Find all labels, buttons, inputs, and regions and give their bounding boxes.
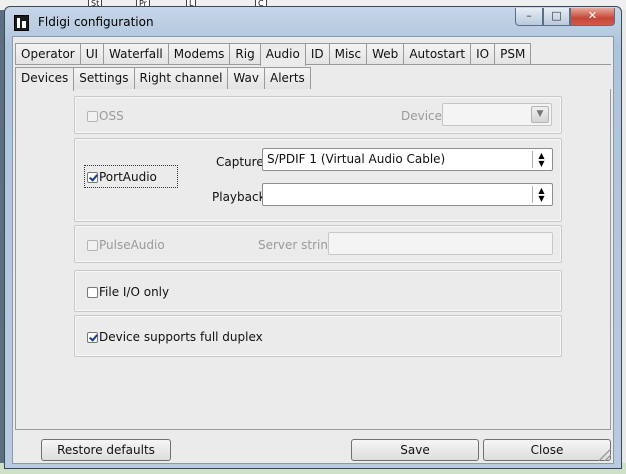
fldigi-app-icon[interactable] xyxy=(14,15,29,31)
resize-grip-icon[interactable] xyxy=(599,449,611,461)
maximize-button[interactable]: □ xyxy=(543,8,570,26)
full-duplex-checkbox-box xyxy=(87,331,98,343)
tab-settings[interactable]: Settings xyxy=(73,67,135,90)
server-string-input[interactable] xyxy=(328,232,553,255)
tab-id[interactable]: ID xyxy=(304,43,330,65)
file-io-checkbox[interactable]: File I/O only xyxy=(87,285,169,299)
tab-alerts[interactable]: Alerts xyxy=(263,67,311,90)
full-duplex-checkbox[interactable]: Device supports full duplex xyxy=(87,330,263,344)
window-client-area: Operator UI Waterfall Modems Rig Audio I… xyxy=(12,36,614,464)
tab-autostart[interactable]: Autostart xyxy=(403,43,472,65)
playback-select[interactable]: ▲ ▼ xyxy=(262,183,553,206)
file-io-checkbox-box xyxy=(87,286,98,298)
full-duplex-group: Device supports full duplex xyxy=(74,315,562,357)
title-bar[interactable]: Fldigi configuration – □ ✕ xyxy=(5,7,621,35)
pulseaudio-group: PulseAudio Server string: xyxy=(74,225,562,263)
tab-io[interactable]: IO xyxy=(470,43,496,65)
tab-ui[interactable]: UI xyxy=(79,43,105,65)
oss-device-select[interactable]: ▼ xyxy=(442,103,552,126)
oss-group: OSS Device: ▼ xyxy=(74,96,562,134)
capture-label: Capture: xyxy=(216,155,268,169)
oss-checkbox-box xyxy=(87,110,98,122)
tab-audio[interactable]: Audio xyxy=(259,43,306,66)
playback-label: Playback: xyxy=(212,190,270,204)
tab-waterfall[interactable]: Waterfall xyxy=(103,43,169,65)
chevron-down-icon: ▼ xyxy=(531,106,549,123)
pulseaudio-checkbox[interactable]: PulseAudio xyxy=(87,238,165,252)
oss-label: OSS xyxy=(99,109,124,123)
file-io-group: File I/O only xyxy=(74,270,562,312)
portaudio-checkbox[interactable]: PortAudio xyxy=(87,170,157,184)
updown-arrows-icon: ▲ ▼ xyxy=(532,186,550,203)
tab-modems[interactable]: Modems xyxy=(167,43,231,65)
tab-psm[interactable]: PSM xyxy=(494,43,532,65)
oss-device-label: Device: xyxy=(401,109,447,123)
restore-defaults-button[interactable]: Restore defaults xyxy=(41,439,171,461)
tab-misc[interactable]: Misc xyxy=(328,43,368,65)
portaudio-group: PortAudio Capture: S/PDIF 1 (Virtual Aud… xyxy=(74,138,562,222)
window-title: Fldigi configuration xyxy=(38,15,154,29)
tab-wav[interactable]: Wav xyxy=(227,67,265,90)
tab-operator[interactable]: Operator xyxy=(15,43,81,65)
tab-right-channel[interactable]: Right channel xyxy=(133,67,229,90)
capture-select[interactable]: S/PDIF 1 (Virtual Audio Cable) ▲ ▼ xyxy=(262,148,553,171)
main-tab-bar: Operator UI Waterfall Modems Rig Audio I… xyxy=(15,43,532,66)
devices-panel: OSS Device: ▼ PortAudio Capture: S/PDIF … xyxy=(15,89,611,430)
tab-rig[interactable]: Rig xyxy=(229,43,261,65)
tab-devices[interactable]: Devices xyxy=(15,67,75,91)
full-duplex-label: Device supports full duplex xyxy=(99,330,263,344)
pulseaudio-label: PulseAudio xyxy=(99,238,165,252)
portaudio-checkbox-box xyxy=(87,171,98,183)
tab-divider xyxy=(15,64,611,65)
updown-arrows-icon: ▲ ▼ xyxy=(532,151,550,168)
minimize-button[interactable]: – xyxy=(515,8,543,26)
file-io-label: File I/O only xyxy=(99,285,170,299)
sub-tab-bar: Devices Settings Right channel Wav Alert… xyxy=(15,67,311,91)
oss-checkbox[interactable]: OSS xyxy=(87,109,124,123)
close-window-button[interactable]: ✕ xyxy=(570,8,615,26)
portaudio-label: PortAudio xyxy=(99,170,157,184)
tab-web[interactable]: Web xyxy=(366,43,405,65)
config-window: Fldigi configuration – □ ✕ Operator UI W… xyxy=(4,6,622,469)
capture-value: S/PDIF 1 (Virtual Audio Cable) xyxy=(267,152,446,166)
pulseaudio-checkbox-box xyxy=(87,239,98,251)
close-button[interactable]: Close xyxy=(483,439,611,461)
save-button[interactable]: Save xyxy=(351,439,479,461)
